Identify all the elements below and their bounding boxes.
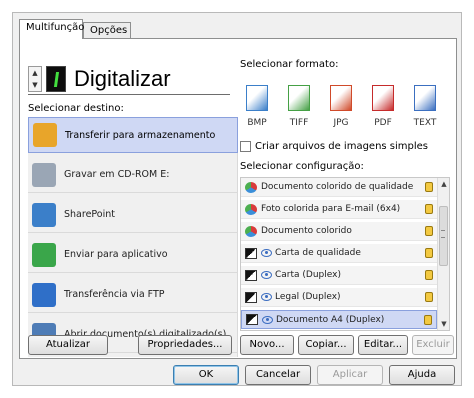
- mode-selector: ▲ ▼ Digitalizar: [28, 65, 230, 95]
- bw-profile-icon: [246, 314, 258, 325]
- select-format-label: Selecionar formato:: [240, 59, 339, 70]
- ok-button[interactable]: OK: [173, 365, 239, 385]
- preview-eye-icon: [261, 271, 272, 279]
- format-list: BMP TIFF JPG PDF TEXT: [240, 83, 450, 135]
- format-pdf[interactable]: PDF: [366, 83, 400, 135]
- destination-item[interactable]: Enviar para aplicativo: [28, 237, 238, 273]
- scroll-up-icon[interactable]: ▲: [438, 178, 449, 190]
- configuration-item[interactable]: Legal (Duplex): [241, 288, 437, 307]
- tiff-format-icon: [288, 85, 310, 111]
- format-label: JPG: [333, 118, 349, 128]
- storage-folder-icon: [33, 123, 57, 147]
- color-profile-icon: [245, 225, 257, 237]
- lock-icon: [425, 248, 433, 258]
- copy-button[interactable]: Copiar...: [298, 335, 354, 355]
- scroll-grip-icon: [441, 230, 445, 238]
- format-label: TEXT: [413, 118, 437, 128]
- lock-icon: [425, 292, 433, 302]
- destination-label: Enviar para aplicativo: [64, 249, 168, 260]
- lock-icon: [425, 226, 433, 236]
- mode-spinner[interactable]: ▲ ▼: [28, 66, 42, 92]
- simple-images-label: Criar arquivos de imagens simples: [255, 141, 429, 152]
- format-jpg[interactable]: JPG: [324, 83, 358, 135]
- lock-icon: [425, 270, 433, 280]
- destination-label: SharePoint: [64, 209, 116, 220]
- text-format-icon: [414, 85, 436, 111]
- format-tiff[interactable]: TIFF: [282, 83, 316, 135]
- configuration-item[interactable]: Documento colorido de qualidade: [241, 178, 437, 197]
- properties-button[interactable]: Propriedades...: [138, 335, 232, 355]
- destination-item[interactable]: Transferência via FTP: [28, 277, 238, 313]
- format-bmp[interactable]: BMP: [240, 83, 274, 135]
- jpg-format-icon: [330, 85, 352, 111]
- scroll-down-icon[interactable]: ▼: [438, 318, 449, 330]
- configuration-label: Carta (Duplex): [275, 270, 341, 280]
- preview-eye-icon: [261, 249, 272, 257]
- simple-images-checkbox[interactable]: [240, 141, 251, 152]
- destination-label: Gravar em CD-ROM E:: [64, 169, 170, 180]
- format-label: TIFF: [289, 118, 309, 128]
- pdf-format-icon: [372, 85, 394, 111]
- configuration-item[interactable]: Documento A4 (Duplex): [241, 310, 437, 329]
- bw-profile-icon: [245, 247, 257, 259]
- format-label: PDF: [374, 118, 392, 128]
- configuration-label: Legal (Duplex): [275, 292, 341, 302]
- lock-icon: [424, 314, 432, 325]
- format-text[interactable]: TEXT: [408, 83, 442, 135]
- destination-list[interactable]: Transferir para armazenamento Gravar em C…: [28, 117, 238, 357]
- cd-rom-icon: [32, 162, 56, 187]
- ftp-icon: [32, 282, 56, 307]
- configuration-label: Documento A4 (Duplex): [276, 314, 385, 325]
- sharepoint-icon: [32, 202, 56, 227]
- bw-profile-icon: [245, 269, 257, 281]
- apply-button[interactable]: Aplicar: [317, 365, 383, 385]
- bmp-format-icon: [246, 85, 268, 111]
- destination-item[interactable]: Gravar em CD-ROM E:: [28, 157, 238, 193]
- lock-icon: [425, 204, 433, 214]
- configuration-item[interactable]: Foto colorida para E-mail (6x4): [241, 200, 437, 219]
- lock-icon: [425, 182, 433, 192]
- destination-item[interactable]: Transferir para armazenamento: [28, 117, 238, 153]
- scan-mode-icon: [46, 66, 66, 92]
- configuration-item[interactable]: Carta de qualidade: [241, 244, 437, 263]
- refresh-button[interactable]: Atualizar: [28, 335, 108, 355]
- configuration-label: Carta de qualidade: [275, 248, 361, 258]
- configuration-item[interactable]: Documento colorido: [241, 222, 437, 241]
- tab-panel: ▲ ▼ Digitalizar Selecionar destino: Tran…: [19, 38, 457, 359]
- send-to-app-icon: [32, 242, 56, 267]
- select-destination-label: Selecionar destino:: [28, 103, 124, 114]
- tab-multifuncao[interactable]: Multifunção: [19, 19, 84, 39]
- select-configuration-label: Selecionar configuração:: [240, 161, 364, 172]
- help-button[interactable]: Ajuda: [389, 365, 455, 385]
- mode-title: Digitalizar: [74, 66, 171, 91]
- cancel-button[interactable]: Cancelar: [245, 365, 311, 385]
- simple-images-option[interactable]: Criar arquivos de imagens simples: [240, 141, 428, 152]
- configuration-list[interactable]: ▲ ▼ Documento colorido de qualidade Foto …: [240, 177, 450, 331]
- configuration-label: Documento colorido de qualidade: [261, 182, 414, 192]
- spinner-up-icon[interactable]: ▲: [29, 67, 41, 79]
- format-label: BMP: [247, 118, 267, 128]
- edit-button[interactable]: Editar...: [358, 335, 408, 355]
- configuration-scrollbar[interactable]: ▲ ▼: [437, 178, 449, 330]
- configuration-label: Documento colorido: [261, 226, 352, 236]
- preview-eye-icon: [261, 293, 272, 301]
- one-touch-properties-dialog: Multifunção Opções ▲ ▼ Digitalizar Selec…: [12, 12, 462, 386]
- spinner-down-icon[interactable]: ▼: [29, 79, 41, 91]
- color-profile-icon: [245, 203, 257, 215]
- destination-item[interactable]: SharePoint: [28, 197, 238, 233]
- color-profile-icon: [245, 181, 257, 193]
- destination-label: Transferir para armazenamento: [65, 129, 216, 141]
- configuration-label: Foto colorida para E-mail (6x4): [261, 204, 401, 214]
- tab-opcoes[interactable]: Opções: [83, 22, 131, 39]
- configuration-item[interactable]: Carta (Duplex): [241, 266, 437, 285]
- bw-profile-icon: [245, 291, 257, 303]
- new-button[interactable]: Novo...: [240, 335, 294, 355]
- delete-button[interactable]: Excluir: [412, 335, 454, 355]
- destination-label: Transferência via FTP: [64, 289, 165, 300]
- preview-eye-icon: [262, 315, 273, 324]
